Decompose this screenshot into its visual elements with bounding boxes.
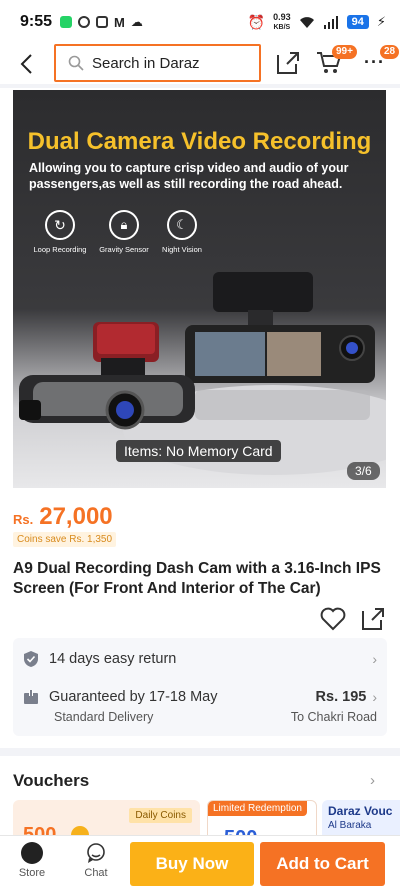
return-policy-text: 14 days easy return	[49, 651, 177, 667]
charging-icon: ⚡	[376, 14, 386, 29]
product-image[interactable]: Dual Camera Video Recording Allowing you…	[13, 90, 386, 488]
store-label: Store	[18, 867, 46, 879]
net-speed-value: 0.93	[273, 11, 291, 22]
net-speed-unit: KB/S	[273, 23, 291, 31]
variant-label: Items: No Memory Card	[116, 440, 281, 462]
net-speed: 0.93 KB/S	[273, 11, 291, 32]
status-right: ⏰ 0.93 KB/S 94 ⚡	[247, 11, 386, 32]
whatsapp-icon	[60, 16, 73, 28]
top-header: Search in Daraz 99+ ··· 28	[0, 44, 400, 84]
heart-icon[interactable]	[320, 607, 346, 631]
voucher-tag: Limited Redemption	[208, 801, 307, 816]
feature-loop-recording: ↻ Loop Recording	[25, 210, 95, 254]
share-icon[interactable]	[360, 606, 386, 632]
product-page: 9:55 M ☁ ⏰ 0.93 KB/S 94 ⚡ Search in Dara	[0, 0, 400, 890]
chat-label: Chat	[84, 867, 108, 879]
back-button[interactable]	[6, 44, 46, 84]
delivery-box-icon	[24, 690, 38, 704]
voucher-subtitle: Al Baraka	[328, 820, 372, 831]
chevron-right-icon: ›	[372, 651, 377, 667]
banner-subheadline: Allowing you to capture crisp video and …	[29, 161, 349, 191]
voucher-card-daraz[interactable]: Daraz Vouc Al Baraka	[322, 800, 400, 840]
loop-recording-icon: ↻	[45, 210, 75, 240]
app-icon	[96, 16, 109, 28]
banner-headline: Dual Camera Video Recording	[27, 128, 372, 155]
delivery-guarantee: Guaranteed by 17-18 May	[49, 689, 218, 705]
store-icon	[21, 842, 43, 864]
alarm-icon: ⏰	[247, 13, 266, 30]
more-button[interactable]: ··· 28	[362, 45, 400, 76]
store-button[interactable]: Store	[10, 842, 54, 879]
chat-icon	[87, 843, 105, 863]
delivery-location: To Chakri Road	[290, 710, 377, 724]
vouchers-title: Vouchers	[13, 771, 90, 790]
price: Rs. 27,000	[13, 503, 113, 531]
share-icon[interactable]	[275, 50, 301, 76]
lock-icon: 🔒︎	[109, 210, 139, 240]
bottom-action-bar: Store Chat Buy Now Add to Cart	[0, 835, 400, 890]
product-info: Rs. 27,000 Coins save Rs. 1,350 A9 Dual …	[0, 492, 400, 748]
delivery-row[interactable]: Guaranteed by 17-18 May Rs. 195 › Standa…	[23, 686, 377, 730]
shield-check-icon	[24, 651, 38, 667]
chevron-right-icon[interactable]: ›	[370, 772, 375, 789]
voucher-title: Daraz Vouc	[328, 804, 393, 818]
buy-now-button[interactable]: Buy Now	[130, 842, 254, 886]
chevron-left-icon	[20, 54, 32, 74]
cloud-icon: ☁	[130, 15, 143, 29]
search-bar[interactable]: Search in Daraz	[54, 44, 261, 82]
return-policy-row[interactable]: 14 days easy return ›	[23, 648, 377, 670]
delivery-type: Standard Delivery	[54, 710, 154, 724]
image-counter: 3/6	[347, 462, 380, 480]
vouchers-section: Vouchers › Daily Coins 500 Limited Redem…	[0, 756, 400, 840]
product-gallery[interactable]: Dual Camera Video Recording Allowing you…	[0, 88, 400, 492]
app-icon	[78, 16, 91, 28]
signal-icon	[323, 15, 338, 29]
notification-badge: 28	[380, 45, 400, 59]
status-bar: 9:55 M ☁ ⏰ 0.93 KB/S 94 ⚡	[0, 0, 400, 44]
price-currency: Rs.	[13, 512, 34, 527]
status-time: 9:55	[20, 13, 53, 30]
feature-night-vision: ☾ Night Vision	[147, 210, 217, 254]
chat-button[interactable]: Chat	[74, 842, 118, 879]
search-placeholder: Search in Daraz	[92, 54, 200, 72]
price-value: 27,000	[39, 503, 113, 530]
coins-save-tag: Coins save Rs. 1,350	[13, 532, 117, 547]
search-icon	[68, 55, 84, 71]
gmail-icon: M	[114, 14, 125, 30]
add-to-cart-button[interactable]: Add to Cart	[260, 842, 385, 886]
delivery-fee: Rs. 195	[315, 689, 367, 705]
cart-count-badge: 99+	[332, 45, 357, 59]
voucher-card-coins[interactable]: Daily Coins 500	[13, 800, 200, 840]
voucher-card-limited[interactable]: Limited Redemption 500	[207, 800, 317, 840]
moon-icon: ☾	[167, 210, 197, 240]
product-title: A9 Dual Recording Dash Cam with a 3.16-I…	[13, 560, 381, 597]
wifi-icon	[299, 16, 314, 28]
voucher-tag: Daily Coins	[129, 808, 192, 823]
service-panel: 14 days easy return › Guaranteed by 17-1…	[13, 638, 387, 736]
cart-button[interactable]: 99+	[316, 45, 357, 76]
battery-level: 94	[346, 15, 369, 29]
notification-icons: M ☁	[60, 15, 143, 30]
chevron-right-icon: ›	[372, 689, 377, 705]
